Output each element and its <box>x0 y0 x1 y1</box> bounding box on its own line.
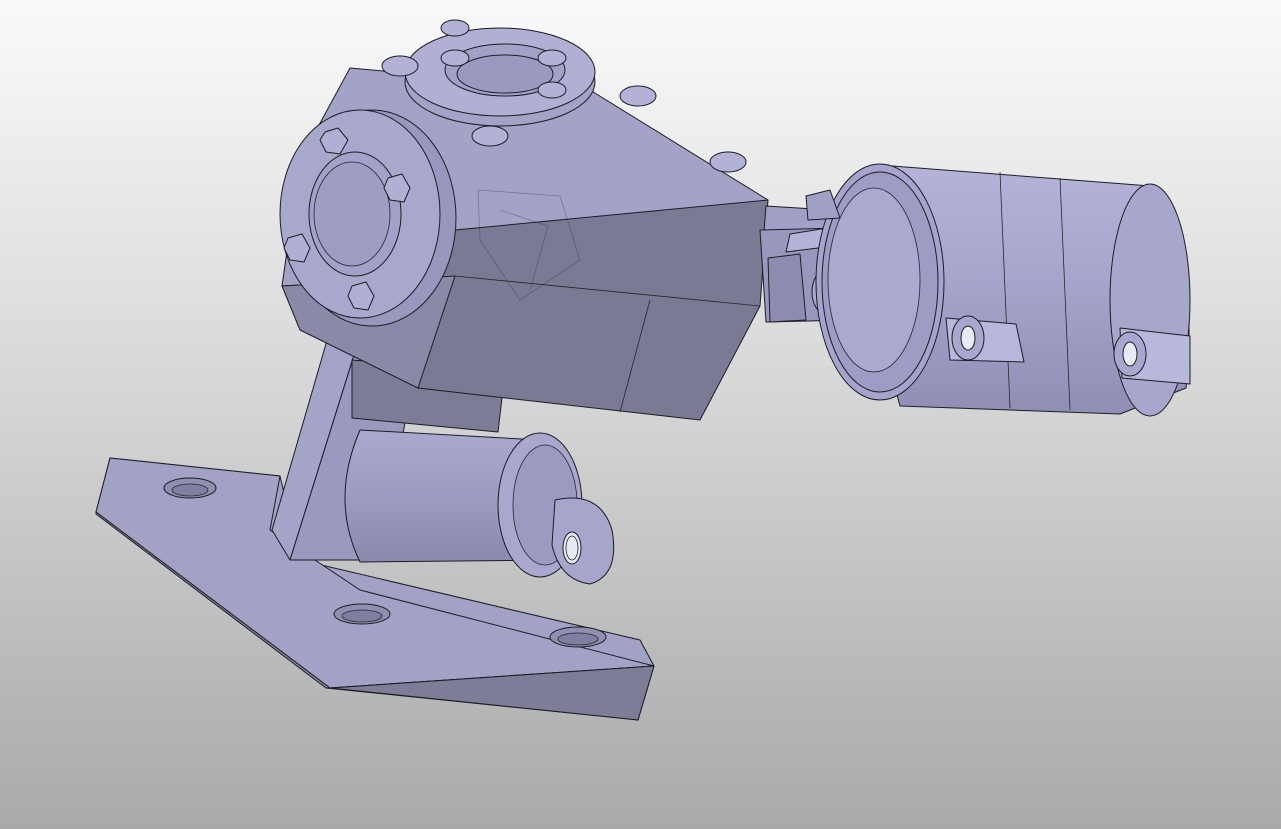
3d-viewport[interactable] <box>0 0 1281 829</box>
cad-model[interactable] <box>0 0 1281 829</box>
lower-cylinder[interactable] <box>344 429 615 585</box>
drive-motor[interactable] <box>805 163 1191 417</box>
